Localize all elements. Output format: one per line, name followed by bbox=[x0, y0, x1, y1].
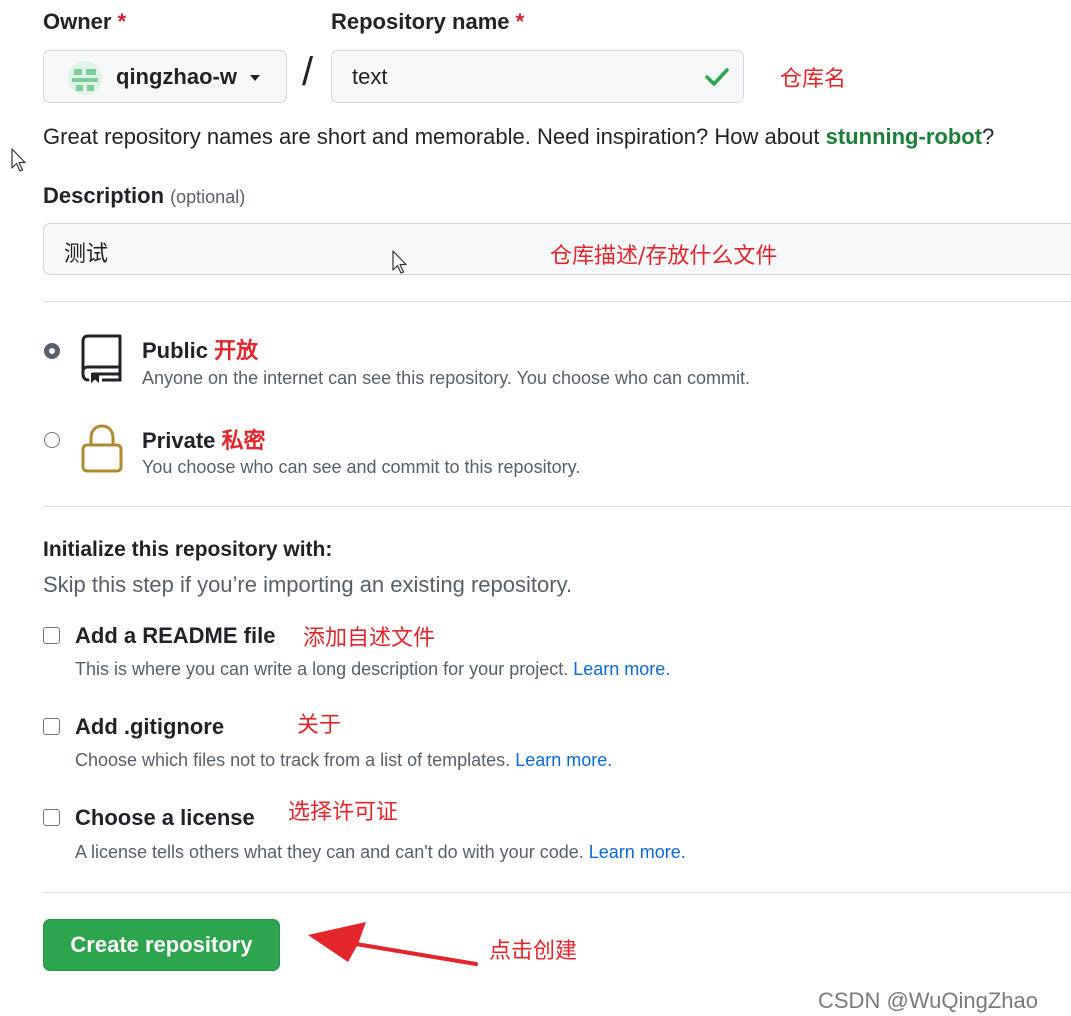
repository-name-annotation: 仓库名 bbox=[780, 67, 847, 92]
public-annotation: 开放 bbox=[214, 339, 259, 364]
arrow-icon bbox=[304, 918, 480, 975]
description-value: 测试 bbox=[64, 242, 109, 267]
chevron-down-icon bbox=[250, 75, 260, 81]
gitignore-annotation: 关于 bbox=[297, 713, 342, 738]
readme-checkbox[interactable] bbox=[43, 627, 60, 644]
check-icon bbox=[704, 66, 730, 93]
private-option[interactable]: Private 私密 bbox=[142, 423, 266, 455]
license-annotation: 选择许可证 bbox=[288, 800, 399, 825]
private-description: You choose who can see and commit to thi… bbox=[142, 457, 581, 477]
readme-option[interactable]: Add a README file bbox=[75, 623, 275, 649]
initialize-subtitle: Skip this step if you’re importing an ex… bbox=[43, 572, 573, 597]
public-option[interactable]: Public 开放 bbox=[142, 333, 258, 365]
create-repository-button[interactable]: Create repository bbox=[43, 919, 280, 971]
public-radio[interactable] bbox=[44, 343, 60, 359]
divider bbox=[43, 506, 1071, 507]
license-description: A license tells others what they can and… bbox=[75, 842, 686, 862]
divider bbox=[43, 892, 1071, 893]
required-mark: * bbox=[515, 9, 525, 34]
repository-name-hint: Great repository names are short and mem… bbox=[43, 124, 995, 149]
repository-name-input[interactable]: text bbox=[331, 50, 744, 103]
owner-label: Owner * bbox=[43, 9, 127, 34]
private-radio[interactable] bbox=[44, 432, 60, 448]
optional-tag: (optional) bbox=[170, 187, 246, 207]
cursor-icon bbox=[11, 148, 27, 179]
gitignore-option[interactable]: Add .gitignore bbox=[75, 714, 224, 740]
license-option[interactable]: Choose a license bbox=[75, 805, 255, 831]
cursor-icon bbox=[392, 250, 408, 281]
learn-more-link[interactable]: Learn more. bbox=[589, 842, 686, 862]
required-mark: * bbox=[117, 9, 127, 34]
license-checkbox[interactable] bbox=[43, 809, 60, 826]
divider bbox=[43, 301, 1071, 302]
public-description: Anyone on the internet can see this repo… bbox=[142, 368, 751, 388]
repository-name-value: text bbox=[352, 64, 388, 89]
lock-icon bbox=[80, 423, 126, 480]
initialize-title: Initialize this repository with: bbox=[43, 538, 333, 561]
avatar bbox=[68, 61, 102, 95]
watermark: CSDN @WuQingZhao bbox=[818, 988, 1038, 1013]
description-label: Description (optional) bbox=[43, 183, 246, 208]
owner-select[interactable]: qingzhao-w bbox=[43, 50, 287, 103]
create-annotation: 点击创建 bbox=[489, 939, 578, 964]
learn-more-link[interactable]: Learn more. bbox=[573, 659, 670, 679]
repository-name-label: Repository name * bbox=[331, 9, 525, 34]
gitignore-description: Choose which files not to track from a l… bbox=[75, 750, 613, 770]
repo-icon bbox=[80, 333, 124, 390]
owner-repo-separator: / bbox=[302, 50, 314, 94]
learn-more-link[interactable]: Learn more. bbox=[515, 750, 612, 770]
owner-name: qingzhao-w bbox=[116, 64, 237, 89]
private-annotation: 私密 bbox=[221, 429, 266, 454]
readme-description: This is where you can write a long descr… bbox=[75, 659, 671, 679]
readme-annotation: 添加自述文件 bbox=[303, 626, 436, 651]
description-annotation: 仓库描述/存放什么文件 bbox=[550, 244, 778, 269]
name-suggestion-link[interactable]: stunning-robot bbox=[826, 124, 982, 149]
gitignore-checkbox[interactable] bbox=[43, 718, 60, 735]
